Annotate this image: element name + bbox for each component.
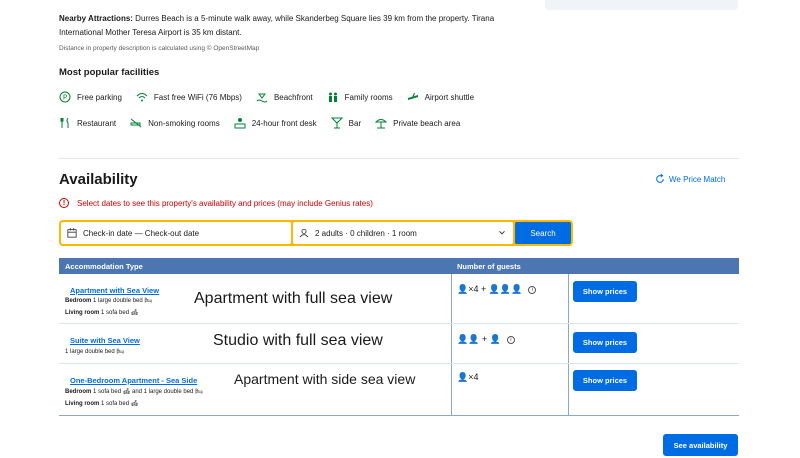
facility-label: Restaurant bbox=[77, 118, 117, 128]
room-name-link[interactable]: Apartment with Sea View bbox=[70, 286, 159, 295]
chevron-down-icon bbox=[499, 230, 505, 235]
alert-icon: ! bbox=[59, 198, 69, 208]
header-number-of-guests: Number of guests bbox=[457, 262, 521, 271]
shuttle-icon bbox=[407, 91, 419, 103]
dates-alert: ! Select dates to see this property's av… bbox=[59, 198, 373, 208]
show-prices-button[interactable]: Show prices bbox=[573, 281, 637, 302]
detail-text: 1 sofa bed 🛋 bbox=[99, 401, 139, 407]
detail-text: 1 sofa bed 🛋 bbox=[99, 310, 139, 316]
room-bed-detail: 1 large double bed 🛏 bbox=[65, 348, 124, 355]
family-icon bbox=[327, 91, 339, 103]
room-overlay-label: Apartment with side sea view bbox=[234, 371, 416, 387]
date-picker[interactable]: Check-in date — Check-out date bbox=[61, 222, 291, 244]
detail-label: Bedroom bbox=[65, 389, 92, 395]
person-icon bbox=[299, 228, 309, 238]
facility-airport-shuttle: Airport shuttle bbox=[407, 91, 474, 103]
top-summary-box bbox=[545, 0, 738, 10]
guest-icons: 👤×4 bbox=[457, 372, 479, 382]
show-prices-button[interactable]: Show prices bbox=[573, 332, 637, 353]
facility-label: Free parking bbox=[77, 92, 122, 102]
facility-restaurant: Restaurant bbox=[59, 117, 116, 129]
room-name-link[interactable]: Suite with Sea View bbox=[70, 336, 140, 345]
restaurant-icon bbox=[59, 117, 71, 129]
front-desk-icon bbox=[234, 117, 246, 129]
table-row: Suite with Sea View 1 large double bed 🛏… bbox=[59, 324, 739, 364]
detail-text: 1 sofa bed 🛋 and 1 large double bed 🛏 bbox=[91, 389, 203, 395]
bar-icon bbox=[330, 117, 343, 129]
guest-selector[interactable]: 2 adults · 0 children · 1 room bbox=[293, 222, 513, 244]
room-bed-detail: Bedroom 1 sofa bed 🛋 and 1 large double … bbox=[65, 388, 203, 395]
parking-icon: P bbox=[59, 91, 71, 103]
facility-label: 24-hour front desk bbox=[251, 118, 317, 128]
search-button[interactable]: Search bbox=[515, 222, 571, 244]
wifi-icon bbox=[136, 91, 148, 103]
room-overlay-label: Apartment with full sea view bbox=[194, 290, 393, 307]
facility-beachfront: Beachfront bbox=[256, 91, 313, 103]
header-accommodation-type: Accommodation Type bbox=[65, 262, 143, 271]
alert-text: Select dates to see this property's avai… bbox=[77, 198, 373, 208]
svg-text:P: P bbox=[63, 94, 67, 102]
facility-label: Bar bbox=[348, 118, 362, 128]
facility-label: Fast free WiFi (76 Mbps) bbox=[153, 92, 242, 102]
guest-capacity: 👤×4 + 👤👤👤 i bbox=[457, 284, 537, 295]
rooms-table: Accommodation Type Number of guests Apar… bbox=[59, 258, 739, 416]
facilities-title: Most popular facilities bbox=[59, 67, 160, 78]
nearby-label: Nearby Attractions: bbox=[59, 14, 133, 23]
info-icon[interactable]: i bbox=[506, 335, 515, 344]
calendar-icon bbox=[67, 228, 77, 238]
detail-label: Living room bbox=[65, 401, 100, 407]
facility-label: Beachfront bbox=[273, 92, 313, 102]
guest-capacity: 👤×4 bbox=[457, 372, 478, 383]
room-bed-detail: Bedroom 1 large double bed 🛏 bbox=[65, 297, 152, 304]
room-overlay-label: Studio with full sea view bbox=[213, 332, 383, 349]
guest-icons: 👤×4 + 👤👤👤 bbox=[457, 284, 523, 294]
price-match-label: We Price Match bbox=[669, 174, 726, 184]
refresh-icon bbox=[656, 174, 664, 183]
guest-capacity: 👤👤 + 👤 i bbox=[457, 334, 515, 345]
section-divider bbox=[59, 158, 739, 159]
beach-icon bbox=[256, 91, 268, 103]
facility-non-smoking: Non-smoking rooms bbox=[130, 117, 220, 129]
facility-label: Family rooms bbox=[344, 92, 393, 102]
table-row: Apartment with Sea View Bedroom 1 large … bbox=[59, 274, 739, 324]
distance-note: Distance in property description is calc… bbox=[59, 45, 260, 52]
guest-selector-label: 2 adults · 0 children · 1 room bbox=[315, 228, 417, 238]
table-row: One-Bedroom Apartment - Sea Side Bedroom… bbox=[59, 364, 739, 416]
facility-bar: Bar bbox=[330, 117, 362, 129]
facility-free-parking: P Free parking bbox=[59, 91, 122, 103]
no-smoking-icon bbox=[130, 117, 142, 129]
date-picker-label: Check-in date — Check-out date bbox=[83, 228, 200, 238]
facilities-row-1: P Free parking Fast free WiFi (76 Mbps) … bbox=[59, 91, 474, 103]
detail-label: Living room bbox=[65, 310, 100, 316]
price-match-link[interactable]: We Price Match bbox=[655, 174, 725, 184]
facility-label: Private beach area bbox=[393, 118, 461, 128]
show-prices-button[interactable]: Show prices bbox=[573, 370, 637, 391]
nearby-attractions: Nearby Attractions: Durres Beach is a 5-… bbox=[59, 12, 499, 40]
availability-title: Availability bbox=[59, 171, 138, 188]
room-bed-detail: Living room 1 sofa bed 🛋 bbox=[65, 400, 138, 407]
facilities-row-2: Restaurant Non-smoking rooms 24-hour fro… bbox=[59, 117, 460, 129]
beach-umbrella-icon bbox=[375, 117, 388, 129]
info-icon[interactable]: i bbox=[528, 285, 537, 294]
facility-private-beach: Private beach area bbox=[375, 117, 460, 129]
detail-label: Bedroom bbox=[65, 298, 92, 304]
facility-front-desk: 24-hour front desk bbox=[234, 117, 317, 129]
facility-label: Non-smoking rooms bbox=[148, 118, 220, 128]
table-header: Accommodation Type Number of guests bbox=[59, 258, 739, 274]
room-name-link[interactable]: One-Bedroom Apartment - Sea Side bbox=[70, 376, 197, 385]
guest-icons: 👤👤 + 👤 bbox=[457, 334, 501, 344]
room-bed-detail: Living room 1 sofa bed 🛋 bbox=[65, 309, 138, 316]
see-availability-button[interactable]: See availability bbox=[663, 434, 738, 456]
facility-wifi: Fast free WiFi (76 Mbps) bbox=[136, 91, 242, 103]
facility-label: Airport shuttle bbox=[424, 92, 475, 102]
detail-text: 1 large double bed 🛏 bbox=[91, 298, 153, 304]
availability-search-bar: Check-in date — Check-out date 2 adults … bbox=[59, 220, 573, 246]
detail-text: 1 large double bed 🛏 bbox=[65, 349, 124, 355]
facility-family-rooms: Family rooms bbox=[327, 91, 393, 103]
